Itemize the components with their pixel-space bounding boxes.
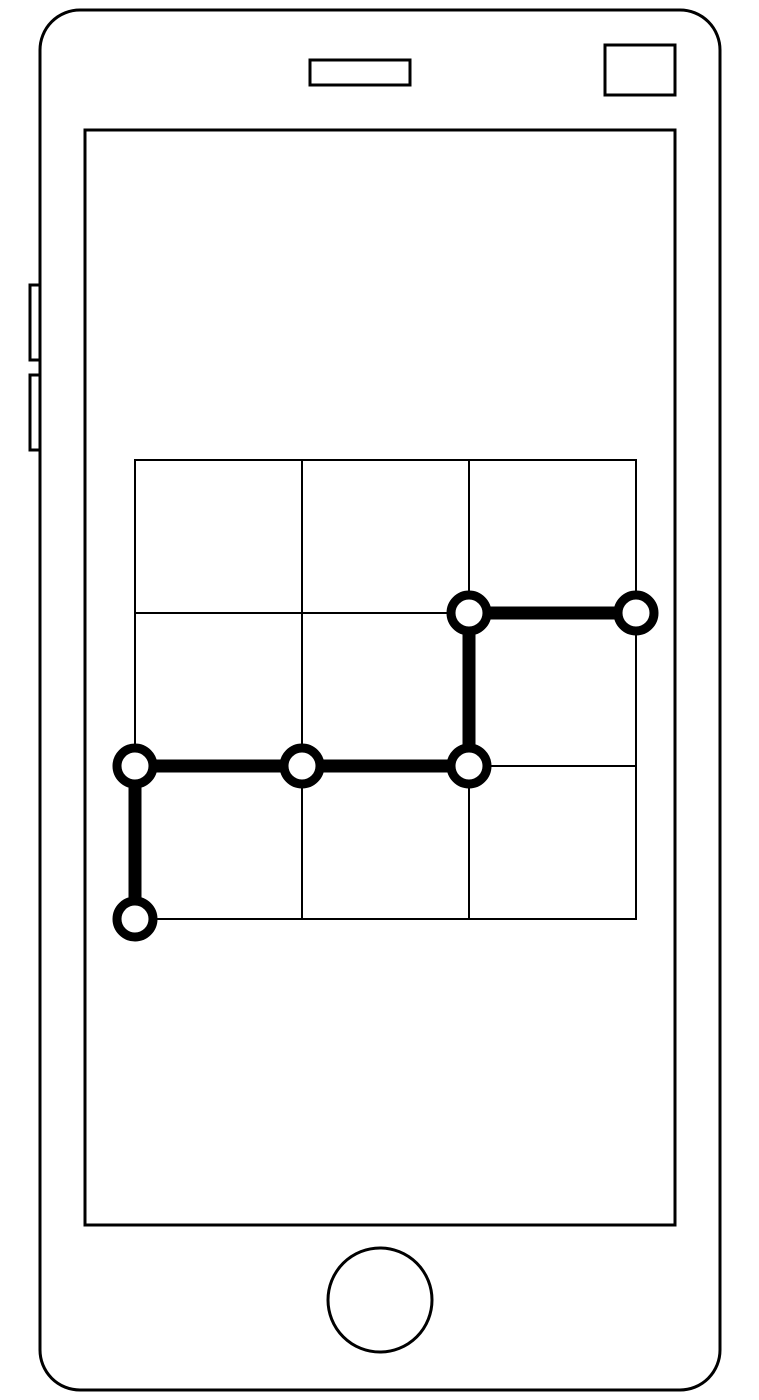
pattern-grid[interactable] xyxy=(135,460,636,919)
screen xyxy=(85,130,675,1225)
phone-body xyxy=(40,10,720,1390)
pattern-node-0[interactable] xyxy=(117,901,153,937)
pattern-node-4[interactable] xyxy=(451,595,487,631)
side-button-0 xyxy=(30,285,40,360)
pattern-node-2[interactable] xyxy=(284,748,320,784)
pattern-node-5[interactable] xyxy=(618,595,654,631)
home-button[interactable] xyxy=(328,1248,432,1352)
pattern-node-3[interactable] xyxy=(451,748,487,784)
front-camera xyxy=(605,45,675,95)
side-button-1 xyxy=(30,375,40,450)
phone-diagram xyxy=(0,0,759,1400)
pattern-node-1[interactable] xyxy=(117,748,153,784)
speaker-slot xyxy=(310,60,410,85)
